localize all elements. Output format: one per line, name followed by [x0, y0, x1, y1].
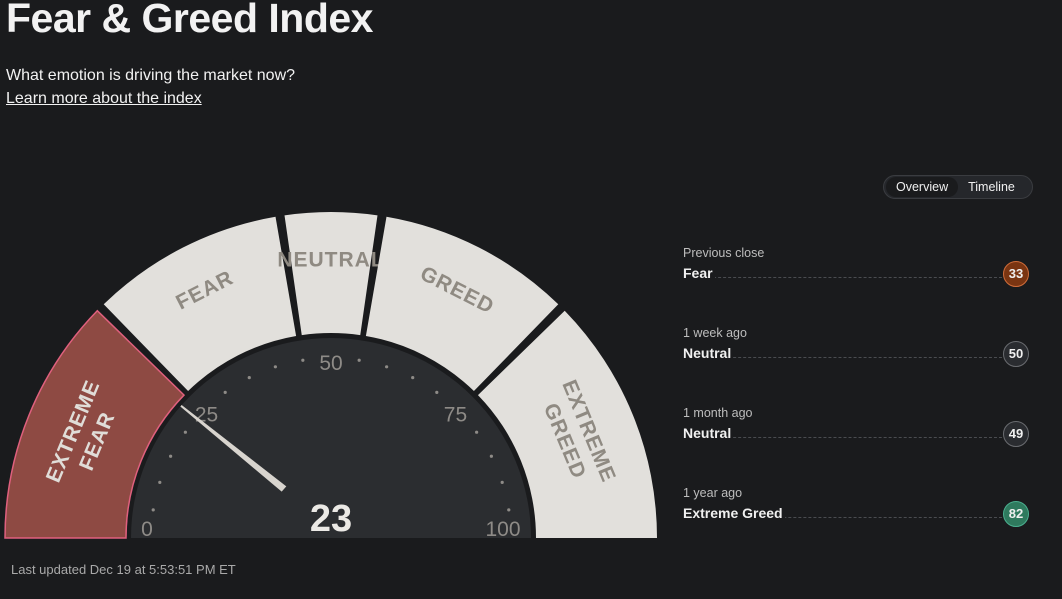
history-rating: Extreme Greed [683, 505, 785, 521]
history-period-label: Previous close [683, 246, 765, 260]
history-item: 1 year ago Extreme Greed 82 [683, 486, 1029, 527]
view-toggle: Overview Timeline [883, 175, 1033, 199]
gauge-tick-dot [301, 358, 305, 362]
gauge-segment-label: NEUTRAL [277, 249, 384, 272]
history-value-badge: 50 [1003, 341, 1029, 367]
gauge-tick-dot [247, 376, 251, 380]
gauge-tick-dot [223, 390, 227, 394]
gauge-tick-label: 100 [485, 518, 520, 541]
history-rating: Fear [683, 265, 715, 281]
history-period-label: 1 year ago [683, 486, 743, 500]
gauge-tick-label: 75 [444, 404, 467, 427]
gauge-tick-dot [489, 454, 493, 458]
history-rating: Neutral [683, 425, 734, 441]
history-row: Extreme Greed 82 [683, 501, 1029, 527]
history-item: Previous close Fear 33 [683, 246, 1029, 287]
page-subtitle: What emotion is driving the market now? [6, 67, 296, 84]
history-value-badge: 82 [1003, 501, 1029, 527]
gauge-tick-dot [385, 365, 389, 369]
last-updated-text: Last updated Dec 19 at 5:53:51 PM ET [11, 562, 236, 577]
gauge-tick-dot [507, 508, 511, 512]
history-period-label: 1 week ago [683, 326, 747, 340]
history-value-badge: 49 [1003, 421, 1029, 447]
history-row: Neutral 50 [683, 341, 1029, 367]
learn-more-link[interactable]: Learn more about the index [6, 90, 202, 108]
gauge-tick-label: 0 [141, 518, 153, 541]
dotted-leader [683, 277, 1007, 278]
fear-greed-gauge: EXTREMEFEARFEARNEUTRALGREEDEXTREMEGREED … [4, 212, 657, 541]
gauge-tick-dot [183, 430, 187, 434]
history-row: Fear 33 [683, 261, 1029, 287]
history-item: 1 month ago Neutral 49 [683, 406, 1029, 447]
gauge-tick-dot [158, 480, 162, 484]
tab-overview[interactable]: Overview [886, 177, 959, 197]
gauge-tick-dot [273, 365, 277, 369]
gauge-tick-dot [411, 376, 415, 380]
history-value-badge: 33 [1003, 261, 1029, 287]
gauge-tick-label: 25 [195, 404, 218, 427]
gauge-tick-dot [169, 454, 173, 458]
page-title: Fear & Greed Index [6, 0, 373, 41]
gauge-tick-dot [357, 358, 361, 362]
gauge-tick-dot [151, 508, 155, 512]
history-row: Neutral 49 [683, 421, 1029, 447]
gauge-tick-label: 50 [319, 352, 342, 375]
history-rating: Neutral [683, 345, 734, 361]
tab-timeline[interactable]: Timeline [958, 177, 1025, 197]
history-period-label: 1 month ago [683, 406, 753, 420]
gauge-tick-dot [435, 390, 439, 394]
history-item: 1 week ago Neutral 50 [683, 326, 1029, 367]
gauge-tick-dot [475, 430, 479, 434]
gauge-tick-dot [500, 480, 504, 484]
gauge-segment-3 [284, 212, 378, 336]
gauge-value: 23 [310, 498, 352, 540]
